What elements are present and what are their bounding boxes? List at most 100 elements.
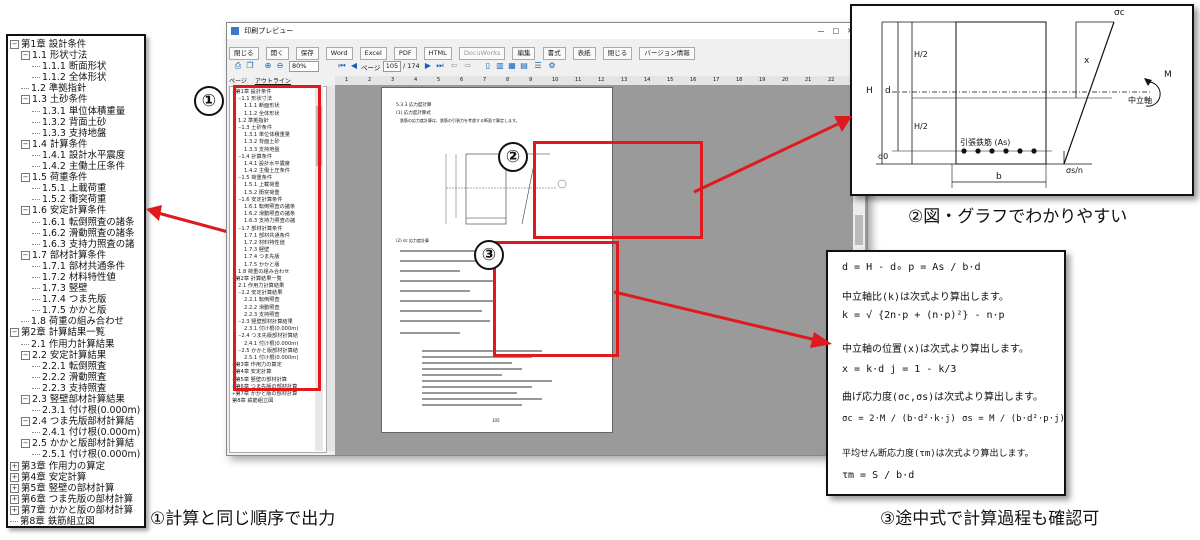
- zoom-in-icon[interactable]: ⊕: [263, 61, 273, 71]
- tree-connector: [32, 432, 40, 434]
- outline-item[interactable]: 2.3.1 付け根(0.000m): [10, 405, 142, 416]
- fit-width-icon[interactable]: ▤: [519, 61, 529, 71]
- settings-icon[interactable]: ⚙: [547, 61, 557, 71]
- outline-item[interactable]: 1.7.3 竪壁: [10, 283, 142, 294]
- outline-item[interactable]: −2.4 つま先版部材計算結: [10, 416, 142, 427]
- tab-page[interactable]: ページ: [229, 78, 247, 85]
- expand-icon[interactable]: +: [10, 483, 19, 493]
- outline-item[interactable]: 1.3.1 単位体積重量: [10, 106, 142, 117]
- forward-icon[interactable]: ⇨: [463, 61, 473, 71]
- collapse-icon[interactable]: −: [21, 173, 30, 183]
- outline-item-label: 第5章 竪壁の部材計算: [21, 482, 115, 494]
- outline-item[interactable]: 2.2.1 転倒照査: [10, 361, 142, 372]
- outline-item[interactable]: 1.3.3 支持地盤: [10, 128, 142, 139]
- ruler-tick-label: 21: [805, 77, 812, 83]
- ruler-tick-label: 11: [575, 77, 582, 83]
- expand-icon[interactable]: +: [10, 472, 19, 482]
- outline-item[interactable]: 1.4.2 主働土圧条件: [10, 161, 142, 172]
- outline-item[interactable]: −1.5 荷重条件: [10, 172, 142, 183]
- outline-item[interactable]: 1.6.3 支持力照査の諸: [10, 239, 142, 250]
- outline-item[interactable]: − 第1章 設計条件: [10, 39, 142, 50]
- collapse-icon[interactable]: −: [10, 40, 19, 49]
- outline-item[interactable]: 1.8 荷重の組み合わせ: [10, 316, 142, 327]
- outline-item[interactable]: 2.2.2 滑動照査: [10, 372, 142, 383]
- outline-item[interactable]: 1.3.2 背面土砂: [10, 117, 142, 128]
- outline-item[interactable]: −2.2 安定計算結果: [10, 350, 142, 361]
- outline-item[interactable]: 1.1.1 断面形状: [10, 61, 142, 72]
- collapse-icon[interactable]: −: [21, 417, 30, 427]
- outline-item-label: 2.4 つま先版部材計算結: [32, 416, 135, 428]
- outline-item[interactable]: 1.7.1 部材共通条件: [10, 261, 142, 272]
- outline-item[interactable]: −1.7 部材計算条件: [10, 250, 142, 261]
- outline-item[interactable]: 1.5.2 衝突荷重: [10, 194, 142, 205]
- expand-icon[interactable]: +: [10, 461, 19, 471]
- zoom-out-icon[interactable]: ⊖: [275, 61, 285, 71]
- outline-item[interactable]: 1.5.1 上載荷重: [10, 183, 142, 194]
- multi-page-icon[interactable]: ▦: [507, 61, 517, 71]
- back-icon[interactable]: ⇦: [449, 61, 459, 71]
- collapse-icon[interactable]: −: [21, 350, 30, 360]
- expand-icon[interactable]: +: [10, 505, 19, 515]
- outline-item[interactable]: 1.1.2 全体形状: [10, 72, 142, 83]
- outline-item-label: 1.3.2 背面土砂: [42, 116, 107, 128]
- mini-outline-item[interactable]: 第8章 鉄筋組立図: [232, 398, 324, 405]
- tab-outline[interactable]: アウトライン: [255, 78, 291, 85]
- mini-outline-item[interactable]: +第7章 かかと版の部材計算: [232, 391, 324, 398]
- outline-item[interactable]: 1.6.1 転倒照査の諸条: [10, 217, 142, 228]
- tree-connector: [32, 77, 40, 79]
- outline-item[interactable]: + 第6章 つま先版の部材計算: [10, 494, 142, 505]
- collapse-icon[interactable]: −: [21, 439, 30, 449]
- collapse-icon[interactable]: −: [21, 51, 30, 61]
- outline-item[interactable]: 1.7.2 材料特性値: [10, 272, 142, 283]
- outline-item[interactable]: + 第5章 竪壁の部材計算: [10, 483, 142, 494]
- tree-connector: [32, 288, 40, 290]
- ruler-tick-label: 13: [621, 77, 628, 83]
- copy-icon[interactable]: ❐: [245, 61, 255, 71]
- tree-connector: [32, 410, 40, 412]
- preview-scroll-thumb[interactable]: [855, 215, 863, 245]
- collapse-icon[interactable]: −: [21, 250, 30, 260]
- expand-icon[interactable]: +: [10, 494, 19, 504]
- horizontal-ruler: 1 2 3 4 5 6 7 8 9 10 11 12 13 14 15 16 17 18 19 20 21 22: [335, 76, 867, 85]
- label-H: H: [866, 86, 873, 96]
- two-page-icon[interactable]: ▥: [495, 61, 505, 71]
- single-page-icon[interactable]: ▯: [483, 61, 493, 71]
- next-page-icon[interactable]: ▶: [423, 61, 433, 71]
- outline-item[interactable]: + 第7章 かかと版の部材計算: [10, 505, 142, 516]
- outline-item[interactable]: −1.4 計算条件: [10, 139, 142, 150]
- collapse-icon[interactable]: −: [10, 328, 19, 338]
- outline-item[interactable]: + 第3章 作用力の算定: [10, 461, 142, 472]
- outline-item[interactable]: 1.4.1 設計水平震度: [10, 150, 142, 161]
- tree-connector: [32, 110, 40, 112]
- collapse-icon[interactable]: −: [21, 395, 30, 404]
- page-input[interactable]: 105: [383, 61, 401, 72]
- outline-item[interactable]: 2.5.1 付け根(0.000m): [10, 449, 142, 460]
- prev-page-icon[interactable]: ◀: [349, 61, 359, 71]
- last-page-icon[interactable]: ⏭: [435, 61, 445, 71]
- outline-item[interactable]: 2.1 作用力計算結果: [10, 339, 142, 350]
- outline-item[interactable]: 1.2 準拠指針: [10, 83, 142, 94]
- caption-formulas: ③途中式で計算過程も確認可: [880, 509, 1100, 529]
- outline-item[interactable]: 2.2.3 支持照査: [10, 383, 142, 394]
- outline-item[interactable]: −2.5 かかと版部材計算結: [10, 438, 142, 449]
- collapse-icon[interactable]: −: [21, 139, 30, 149]
- outline-item[interactable]: 2.4.1 付け根(0.000m): [10, 427, 142, 438]
- outline-item[interactable]: −1.3 土砂条件: [10, 94, 142, 105]
- zoom-select[interactable]: 80%: [289, 61, 319, 72]
- outline-item-label: 1.3.1 単位体積重量: [42, 105, 126, 117]
- collapse-icon[interactable]: −: [21, 206, 30, 216]
- print-icon[interactable]: ⎙: [233, 61, 243, 71]
- outline-item[interactable]: −1.6 安定計算条件: [10, 205, 142, 216]
- first-page-icon[interactable]: ⏮: [337, 61, 347, 71]
- outline-item[interactable]: 1.7.4 つま先版: [10, 294, 142, 305]
- outline-toggle-icon[interactable]: ☰: [533, 61, 543, 71]
- outline-item[interactable]: −1.1 形状寸法: [10, 50, 142, 61]
- outline-item[interactable]: − 第2章 計算結果一覧: [10, 327, 142, 338]
- collapse-icon[interactable]: −: [21, 95, 30, 105]
- outline-item[interactable]: 1.7.5 かかと版: [10, 305, 142, 316]
- outline-item[interactable]: 1.6.2 滑動照査の諸条: [10, 228, 142, 239]
- outline-item[interactable]: −2.3 竪壁部材計算結果: [10, 394, 142, 405]
- outline-item[interactable]: 第8章 鉄筋組立図: [10, 516, 142, 526]
- outline-item[interactable]: + 第4章 安定計算: [10, 472, 142, 483]
- tree-connector: [32, 221, 40, 223]
